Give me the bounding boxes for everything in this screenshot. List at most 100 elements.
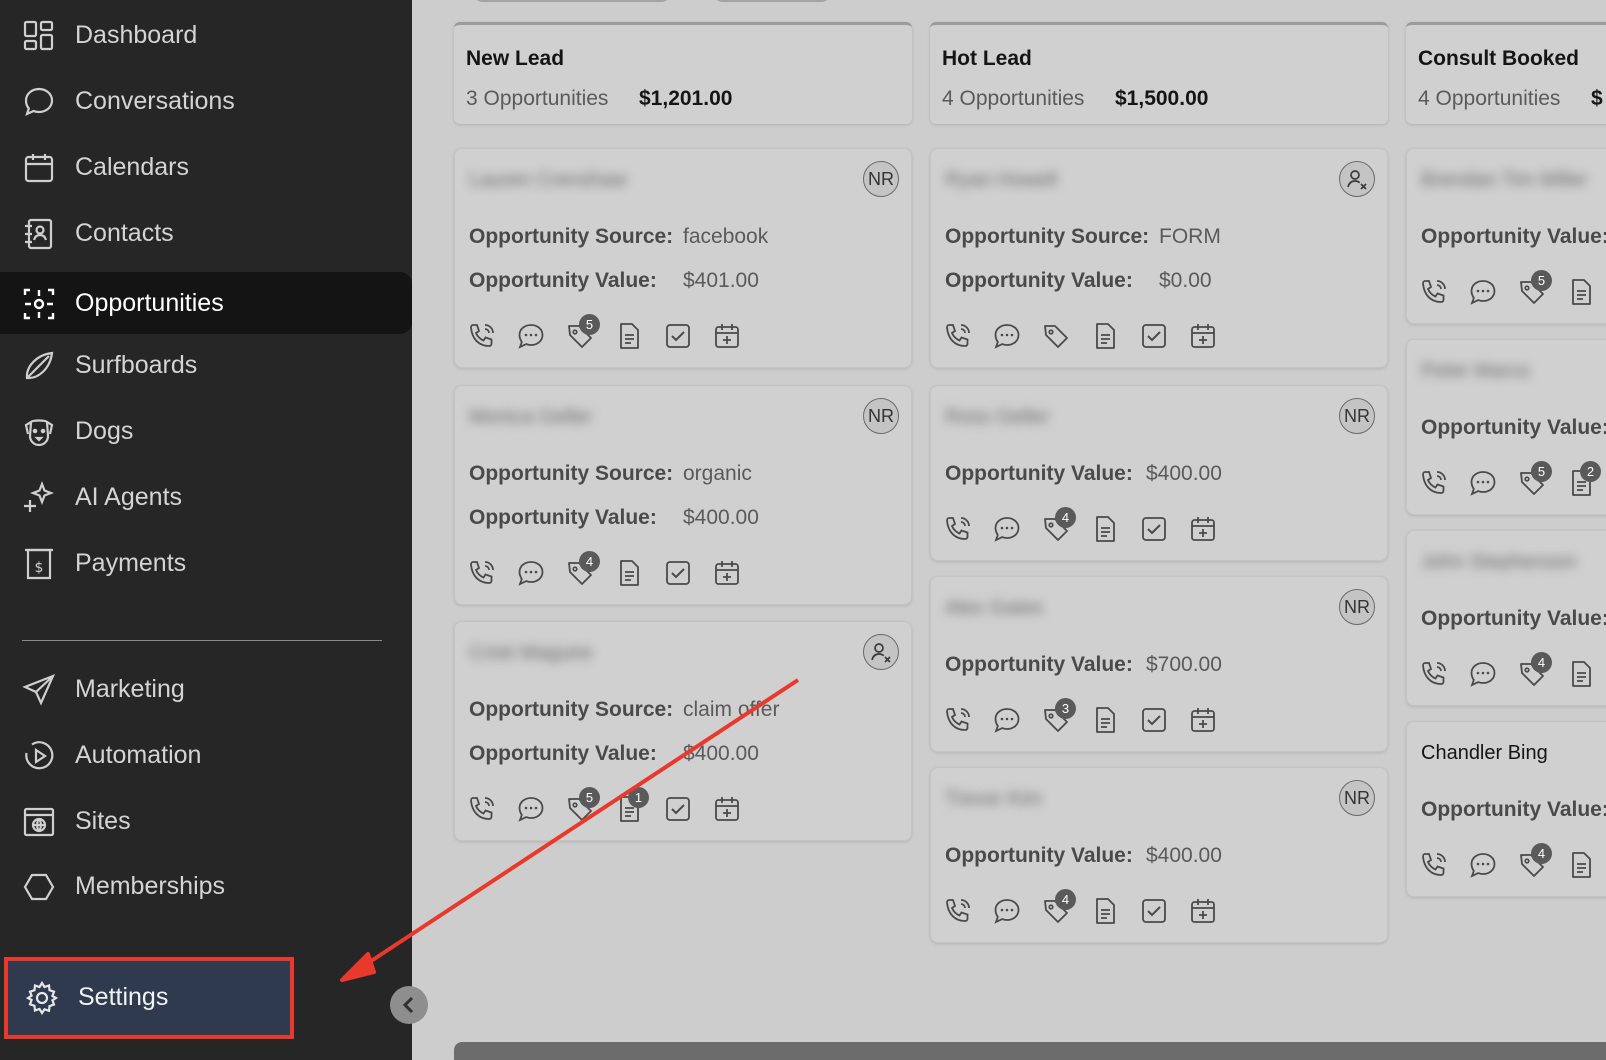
- task-check-icon[interactable]: [663, 321, 693, 351]
- opportunity-card[interactable]: Ryan Howell Opportunity Source: FORM Opport…: [930, 148, 1388, 368]
- phone-icon[interactable]: [467, 558, 497, 588]
- task-check-icon[interactable]: [1139, 896, 1169, 926]
- horizontal-scrollbar[interactable]: [454, 1042, 1606, 1060]
- tag-icon[interactable]: 5: [1517, 461, 1552, 498]
- filter-pill[interactable]: [472, 0, 672, 2]
- phone-icon[interactable]: [943, 896, 973, 926]
- tag-icon[interactable]: 5: [565, 314, 600, 351]
- phone-icon[interactable]: [943, 705, 973, 735]
- task-check-icon[interactable]: [1139, 705, 1169, 735]
- tag-icon[interactable]: 4: [1041, 889, 1076, 926]
- phone-icon[interactable]: [1419, 468, 1449, 498]
- sidebar-item-dogs[interactable]: Dogs: [0, 400, 412, 462]
- opportunity-card[interactable]: Trevor Kim NR Opportunity Value: $400.00 4: [930, 767, 1388, 943]
- chat-icon[interactable]: [992, 896, 1022, 926]
- opportunity-card[interactable]: Brendan Tim Miller Opportunity Value: 5: [1406, 148, 1606, 324]
- task-check-icon[interactable]: [663, 794, 693, 824]
- opportunity-card[interactable]: Lauren Crenshaw NR Opportunity Source: face…: [454, 148, 912, 368]
- tag-icon[interactable]: 4: [565, 551, 600, 588]
- note-icon[interactable]: [1090, 321, 1120, 351]
- add-appointment-icon[interactable]: [1188, 321, 1218, 351]
- chat-icon[interactable]: [1468, 277, 1498, 307]
- contact-name[interactable]: Ross Geller: [945, 406, 1049, 429]
- tag-icon[interactable]: 4: [1041, 507, 1076, 544]
- note-icon[interactable]: [1566, 850, 1596, 880]
- sidebar-item-automation[interactable]: Automation: [0, 724, 412, 786]
- contact-name[interactable]: Monica Geller: [469, 406, 592, 429]
- opportunity-card[interactable]: Ross Geller NR Opportunity Value: $400.00 4: [930, 385, 1388, 561]
- assignee-avatar[interactable]: NR: [1339, 780, 1375, 816]
- tag-icon[interactable]: 5: [1517, 270, 1552, 307]
- phone-icon[interactable]: [467, 794, 497, 824]
- assignee-avatar[interactable]: NR: [863, 161, 899, 197]
- chat-icon[interactable]: [992, 321, 1022, 351]
- sidebar-item-sites[interactable]: Sites: [0, 790, 412, 852]
- task-check-icon[interactable]: [1139, 514, 1169, 544]
- phone-icon[interactable]: [943, 514, 973, 544]
- opportunity-card[interactable]: Cristi Maguire Opportunity Source: claim o…: [454, 621, 912, 841]
- tag-icon[interactable]: 3: [1041, 698, 1076, 735]
- chat-icon[interactable]: [1468, 659, 1498, 689]
- contact-name[interactable]: Peter Marco: [1421, 360, 1530, 383]
- add-appointment-icon[interactable]: [712, 558, 742, 588]
- note-icon[interactable]: [1566, 659, 1596, 689]
- note-icon[interactable]: 2: [1566, 461, 1601, 498]
- phone-icon[interactable]: [467, 321, 497, 351]
- sidebar-item-settings[interactable]: Settings: [4, 957, 294, 1039]
- add-appointment-icon[interactable]: [1188, 705, 1218, 735]
- add-appointment-icon[interactable]: [1188, 514, 1218, 544]
- phone-icon[interactable]: [1419, 850, 1449, 880]
- sidebar-item-calendars[interactable]: Calendars: [0, 136, 412, 198]
- sidebar-item-conversations[interactable]: Conversations: [0, 70, 412, 132]
- note-icon[interactable]: [614, 321, 644, 351]
- note-icon[interactable]: [614, 558, 644, 588]
- chat-icon[interactable]: [1468, 850, 1498, 880]
- sidebar-item-surfboards[interactable]: Surfboards: [0, 334, 412, 396]
- note-icon[interactable]: [1566, 277, 1596, 307]
- tag-icon[interactable]: 4: [1517, 843, 1552, 880]
- sidebar-item-dashboard[interactable]: Dashboard: [0, 4, 412, 66]
- chat-icon[interactable]: [516, 558, 546, 588]
- note-icon[interactable]: [1090, 896, 1120, 926]
- phone-icon[interactable]: [1419, 277, 1449, 307]
- sidebar-item-marketing[interactable]: Marketing: [0, 658, 412, 720]
- chat-icon[interactable]: [516, 321, 546, 351]
- contact-name[interactable]: Chandler Bing: [1421, 742, 1548, 765]
- contact-name[interactable]: Alex Gates: [945, 597, 1043, 620]
- chat-icon[interactable]: [1468, 468, 1498, 498]
- assignee-avatar[interactable]: NR: [863, 398, 899, 434]
- sidebar-item-ai-agents[interactable]: AI Agents: [0, 466, 412, 528]
- chat-icon[interactable]: [992, 705, 1022, 735]
- sidebar-item-memberships[interactable]: Memberships: [0, 855, 412, 917]
- sidebar-item-contacts[interactable]: Contacts: [0, 202, 412, 264]
- tag-icon[interactable]: 4: [1517, 652, 1552, 689]
- task-check-icon[interactable]: [1139, 321, 1169, 351]
- opportunity-card[interactable]: Monica Geller NR Opportunity Source: organi…: [454, 385, 912, 605]
- assignee-avatar[interactable]: NR: [1339, 398, 1375, 434]
- contact-name[interactable]: Trevor Kim: [945, 788, 1042, 811]
- contact-name[interactable]: Brendan Tim Miller: [1421, 169, 1588, 192]
- opportunity-card[interactable]: Alex Gates NR Opportunity Value: $700.00 3: [930, 576, 1388, 752]
- add-appointment-icon[interactable]: [712, 794, 742, 824]
- tag-icon[interactable]: 5: [565, 787, 600, 824]
- note-icon[interactable]: [1090, 514, 1120, 544]
- note-icon[interactable]: 1: [614, 787, 649, 824]
- assignee-avatar[interactable]: NR: [1339, 589, 1375, 625]
- contact-name[interactable]: Cristi Maguire: [469, 642, 592, 665]
- add-appointment-icon[interactable]: [1188, 896, 1218, 926]
- contact-name[interactable]: John Stephenson: [1421, 551, 1577, 574]
- chat-icon[interactable]: [992, 514, 1022, 544]
- sidebar-item-opportunities[interactable]: Opportunities: [0, 272, 412, 334]
- tag-icon[interactable]: [1041, 321, 1071, 351]
- contact-name[interactable]: Ryan Howell: [945, 169, 1057, 192]
- unassigned-user-icon[interactable]: [863, 634, 899, 670]
- sidebar-item-payments[interactable]: $ Payments: [0, 532, 412, 594]
- chat-icon[interactable]: [516, 794, 546, 824]
- unassigned-user-icon[interactable]: [1339, 161, 1375, 197]
- add-appointment-icon[interactable]: [712, 321, 742, 351]
- note-icon[interactable]: [1090, 705, 1120, 735]
- filter-pill[interactable]: [712, 0, 832, 2]
- opportunity-card[interactable]: Chandler Bing Opportunity Value: 4: [1406, 721, 1606, 897]
- phone-icon[interactable]: [1419, 659, 1449, 689]
- task-check-icon[interactable]: [663, 558, 693, 588]
